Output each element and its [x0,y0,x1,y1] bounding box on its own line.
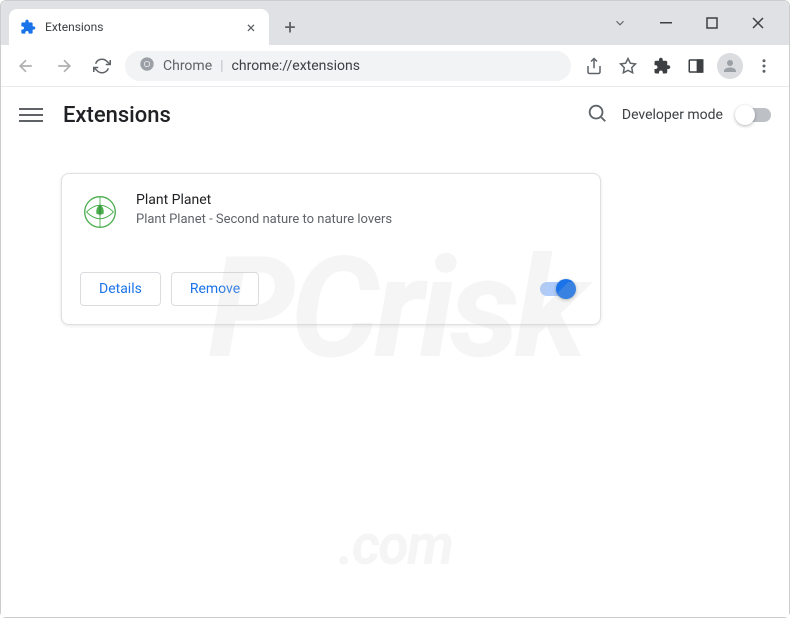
window-controls [597,1,789,45]
side-panel-icon[interactable] [681,51,711,81]
kebab-menu-icon[interactable] [749,51,779,81]
browser-tab[interactable]: Extensions × [9,9,269,45]
addressbar-separator: | [220,58,223,74]
addressbar-url: chrome://extensions [232,58,360,74]
watermark-subtext: .com [0,512,790,578]
minimize-button[interactable] [643,8,689,38]
hamburger-menu-icon[interactable] [19,103,43,127]
extension-enabled-toggle[interactable] [540,282,574,296]
puzzle-piece-icon [19,18,37,36]
extensions-list: Plant Planet Plant Planet - Second natur… [1,143,789,355]
back-button[interactable] [11,51,41,81]
addressbar[interactable]: Chrome | chrome://extensions [125,51,571,81]
addressbar-scheme: Chrome [163,58,212,74]
new-tab-button[interactable]: + [275,12,305,42]
extension-description: Plant Planet - Second nature to nature l… [136,212,582,227]
share-icon[interactable] [579,51,609,81]
toolbar-right [579,51,779,81]
chevron-down-icon[interactable] [597,8,643,38]
details-button[interactable]: Details [80,272,161,306]
page-header-right: Developer mode [586,102,771,128]
close-window-button[interactable] [735,8,781,38]
developer-mode-toggle[interactable] [737,108,771,122]
profile-avatar[interactable] [715,51,745,81]
forward-button[interactable] [49,51,79,81]
extension-card-bottom: Details Remove [80,272,582,306]
remove-button[interactable]: Remove [171,272,259,306]
extension-card-top: Plant Planet Plant Planet - Second natur… [80,192,582,232]
page-header: Extensions Developer mode [1,87,789,143]
extension-card: Plant Planet Plant Planet - Second natur… [61,173,601,325]
extensions-icon[interactable] [647,51,677,81]
maximize-button[interactable] [689,8,735,38]
close-tab-icon[interactable]: × [243,19,259,35]
page-title: Extensions [63,103,171,128]
bookmark-star-icon[interactable] [613,51,643,81]
search-icon[interactable] [586,102,608,128]
extension-icon [80,192,120,232]
tab-title: Extensions [45,20,235,34]
toolbar: Chrome | chrome://extensions [1,45,789,87]
reload-button[interactable] [87,51,117,81]
extension-name: Plant Planet [136,192,582,208]
chrome-logo-icon [139,56,155,76]
titlebar: Extensions × + [1,1,789,45]
developer-mode-label: Developer mode [622,107,723,123]
extension-info: Plant Planet Plant Planet - Second natur… [136,192,582,232]
